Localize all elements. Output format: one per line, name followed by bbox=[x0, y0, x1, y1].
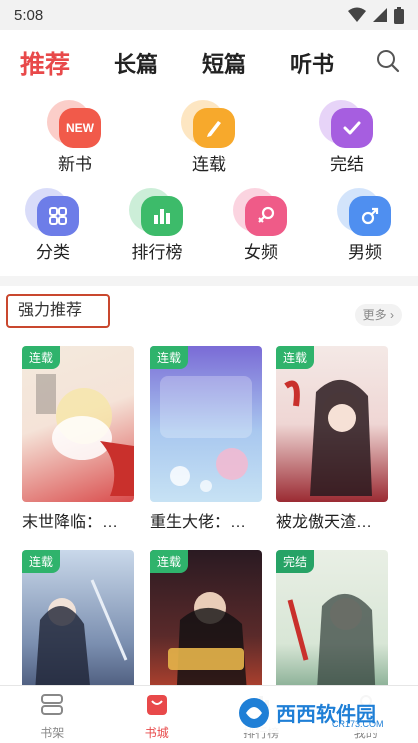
check-icon bbox=[319, 98, 375, 150]
book-card[interactable]: 连载 bbox=[150, 550, 262, 706]
book-card[interactable]: 连载 bbox=[22, 550, 134, 706]
category-label: 新书 bbox=[58, 155, 92, 174]
status-badge: 连载 bbox=[22, 346, 61, 369]
status-badge: 连载 bbox=[276, 346, 315, 369]
status-time: 5:08 bbox=[14, 6, 44, 24]
category-label: 女频 bbox=[244, 243, 278, 262]
status-icons bbox=[348, 6, 404, 24]
status-badge: 连载 bbox=[150, 346, 189, 369]
status-badge: 完结 bbox=[276, 550, 315, 573]
category-male[interactable]: 男频 bbox=[320, 186, 410, 263]
female-icon bbox=[233, 186, 289, 238]
pencil-icon bbox=[181, 98, 237, 150]
watermark-subtext: CR173.COM bbox=[332, 719, 384, 729]
category-label: 连载 bbox=[192, 155, 226, 174]
tab-short[interactable]: 短篇 bbox=[202, 47, 246, 79]
section-header: 强力推荐 更多 › bbox=[0, 286, 418, 346]
new-badge-text: NEW bbox=[66, 121, 94, 135]
book-cover: 连载 bbox=[276, 346, 388, 502]
search-icon bbox=[377, 50, 400, 73]
category-female[interactable]: 女频 bbox=[216, 186, 306, 263]
book-title: 被龙傲天渣… bbox=[276, 514, 373, 531]
top-tab-bar: 推荐 长篇 短篇 听书 bbox=[0, 30, 418, 96]
book-title: 重生大佬：… bbox=[150, 514, 247, 531]
section-divider bbox=[0, 276, 418, 286]
more-label: 更多 bbox=[362, 308, 387, 322]
category-label: 男频 bbox=[348, 243, 382, 262]
bookshelf-icon bbox=[41, 694, 64, 715]
book-cover: 连载 bbox=[22, 346, 134, 502]
nav-label: 书架 bbox=[40, 726, 65, 740]
wifi-icon bbox=[348, 7, 366, 22]
book-card[interactable]: 连载 被龙傲天渣… bbox=[276, 346, 388, 532]
category-grid: NEW 新书 连载 完结 分类 排行榜 女频 男频 bbox=[0, 96, 418, 276]
category-classify[interactable]: 分类 bbox=[8, 186, 98, 263]
category-label: 排行榜 bbox=[131, 243, 183, 262]
nav-label: 书城 bbox=[144, 726, 169, 740]
status-badge: 连载 bbox=[22, 550, 61, 573]
male-icon bbox=[337, 186, 393, 238]
nav-bookshelf[interactable]: 书架 bbox=[0, 686, 105, 743]
watermark-logo: 西西软件园 CR173.COM bbox=[232, 689, 410, 737]
bookstore-icon bbox=[146, 695, 167, 715]
search-button[interactable] bbox=[376, 49, 400, 78]
new-icon: NEW bbox=[47, 98, 103, 150]
status-badge: 连载 bbox=[150, 550, 189, 573]
category-serial[interactable]: 连载 bbox=[164, 98, 254, 175]
grid-icon bbox=[25, 186, 81, 238]
nav-bookstore[interactable]: 书城 bbox=[105, 686, 210, 743]
tab-long[interactable]: 长篇 bbox=[114, 47, 158, 79]
book-cover: 连载 bbox=[22, 550, 134, 706]
book-cover: 连载 bbox=[150, 346, 262, 502]
book-card[interactable]: 连载 末世降临：… bbox=[22, 346, 134, 532]
chevron-right-icon: › bbox=[390, 308, 394, 322]
category-label: 分类 bbox=[36, 243, 70, 262]
book-card[interactable]: 完结 bbox=[276, 550, 388, 706]
tab-recommend[interactable]: 推荐 bbox=[20, 45, 70, 81]
category-ranking[interactable]: 排行榜 bbox=[112, 186, 202, 263]
more-button[interactable]: 更多 › bbox=[354, 304, 402, 326]
book-title: 末世降临：… bbox=[22, 514, 119, 531]
section-title: 强力推荐 bbox=[6, 294, 110, 328]
battery-icon bbox=[394, 6, 404, 24]
category-finished[interactable]: 完结 bbox=[302, 98, 392, 175]
category-new[interactable]: NEW 新书 bbox=[30, 98, 120, 175]
book-cover: 完结 bbox=[276, 550, 388, 706]
status-bar: 5:08 bbox=[0, 0, 418, 30]
book-cover: 连载 bbox=[150, 550, 262, 706]
cell-signal-icon bbox=[373, 8, 387, 22]
bar-chart-icon bbox=[129, 186, 185, 238]
book-card[interactable]: 连载 重生大佬：… bbox=[150, 346, 262, 532]
tab-audio[interactable]: 听书 bbox=[290, 47, 334, 79]
category-label: 完结 bbox=[330, 155, 364, 174]
